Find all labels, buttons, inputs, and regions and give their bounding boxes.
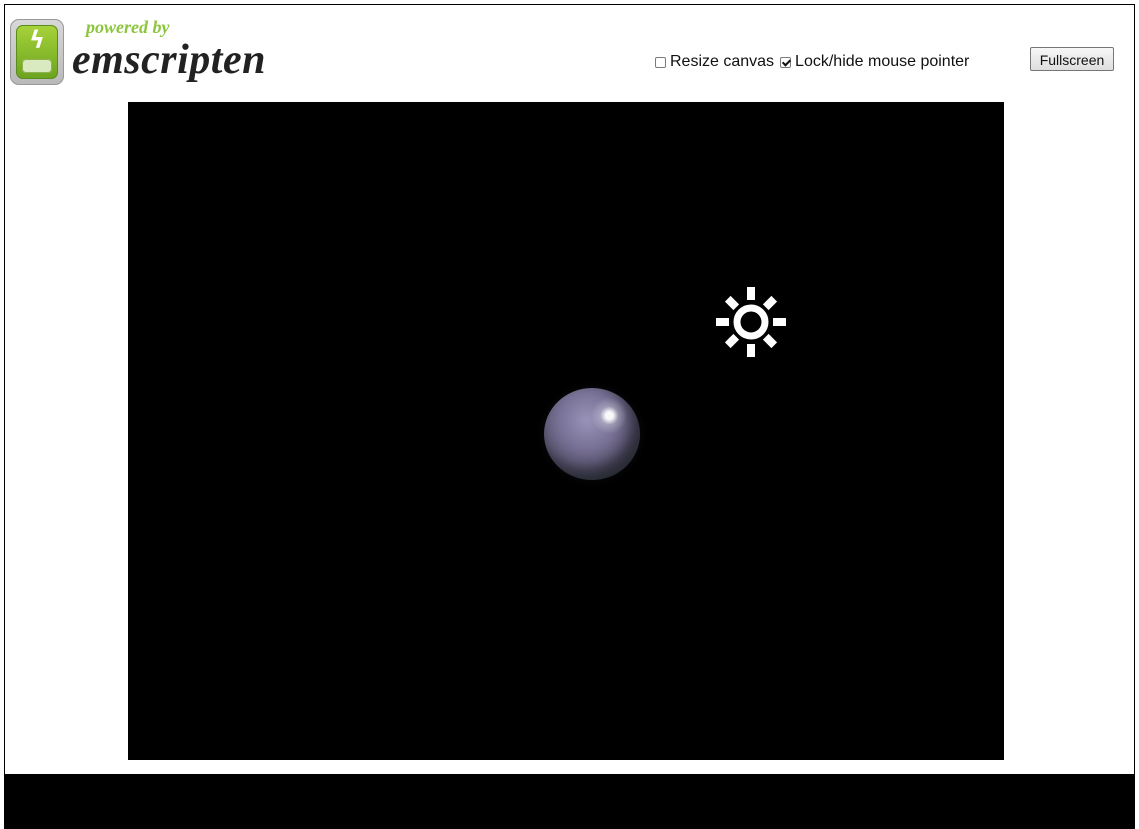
- emscripten-logo: ϟ powered by emscripten: [10, 17, 300, 91]
- fullscreen-button[interactable]: Fullscreen: [1030, 47, 1114, 71]
- battery-bolt-icon: ϟ: [10, 19, 64, 85]
- lock-pointer-checkbox[interactable]: [780, 56, 792, 68]
- resize-canvas-label: Resize canvas: [670, 53, 775, 70]
- resize-canvas-option[interactable]: Resize canvas: [655, 53, 774, 71]
- battery-plate-icon: [22, 59, 52, 73]
- sun-icon: [716, 287, 786, 357]
- bolt-icon: ϟ: [29, 26, 45, 54]
- rendered-sphere: [544, 388, 640, 480]
- emscripten-header: ϟ powered by emscripten Resize canvas Lo…: [5, 5, 1134, 102]
- canvas-controls: Resize canvas Lock/hide mouse pointer: [655, 49, 975, 75]
- game-canvas[interactable]: [128, 102, 1004, 760]
- brand-text: emscripten: [72, 37, 266, 83]
- lock-pointer-label: Lock/hide mouse pointer: [795, 53, 970, 70]
- powered-by-text: powered by: [86, 17, 170, 37]
- logo-badge-green: ϟ: [16, 25, 58, 79]
- resize-canvas-checkbox[interactable]: [655, 56, 666, 68]
- canvas-area: [5, 102, 1134, 760]
- output-console-strip: [5, 774, 1134, 829]
- app-page: ϟ powered by emscripten Resize canvas Lo…: [4, 4, 1135, 829]
- lock-pointer-option[interactable]: Lock/hide mouse pointer: [780, 53, 969, 71]
